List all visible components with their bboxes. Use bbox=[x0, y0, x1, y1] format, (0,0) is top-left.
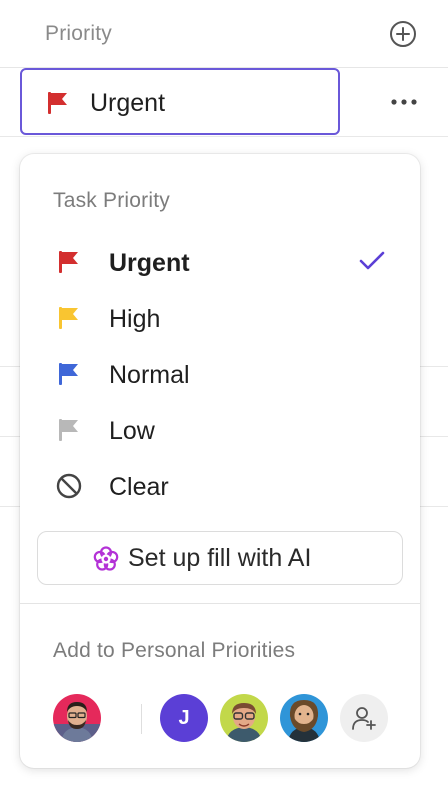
option-label: Urgent bbox=[109, 249, 190, 277]
avatar-user-1[interactable] bbox=[53, 694, 101, 742]
priority-cell[interactable]: Urgent bbox=[20, 68, 340, 135]
user-photo bbox=[53, 694, 101, 742]
column-title: Priority bbox=[45, 22, 112, 45]
row-divider bbox=[0, 136, 448, 137]
avatar-initial: J bbox=[178, 706, 190, 729]
more-options-button[interactable] bbox=[386, 92, 422, 112]
option-label: Normal bbox=[109, 361, 190, 389]
avatar-user-3[interactable] bbox=[220, 694, 268, 742]
checkmark-icon bbox=[358, 250, 386, 277]
priority-cell-value: Urgent bbox=[90, 89, 166, 117]
priority-option-low[interactable]: Low bbox=[36, 404, 404, 456]
task-priority-heading: Task Priority bbox=[53, 189, 170, 212]
ai-button-label: Set up fill with AI bbox=[128, 544, 312, 572]
column-header: Priority bbox=[0, 0, 448, 68]
flag-icon bbox=[56, 305, 82, 331]
avatar-list: J bbox=[53, 694, 393, 744]
user-photo bbox=[280, 694, 328, 742]
add-user-button[interactable] bbox=[340, 694, 388, 742]
plus-circle-icon bbox=[390, 21, 416, 47]
priority-option-urgent[interactable]: Urgent bbox=[36, 236, 404, 288]
option-label: Clear bbox=[109, 473, 169, 501]
priority-option-clear[interactable]: Clear bbox=[36, 460, 404, 512]
option-label: High bbox=[109, 305, 161, 333]
user-photo bbox=[220, 694, 268, 742]
flag-icon bbox=[56, 249, 82, 275]
priority-column-view: Priority Urgent Task Priority Urgent Hig… bbox=[0, 0, 448, 792]
option-label: Low bbox=[109, 417, 155, 445]
flag-icon bbox=[56, 361, 82, 387]
personal-priorities-heading: Add to Personal Priorities bbox=[53, 639, 296, 662]
section-divider bbox=[20, 603, 420, 604]
avatar-separator bbox=[141, 704, 142, 734]
add-user-icon bbox=[352, 707, 376, 730]
priority-option-normal[interactable]: Normal bbox=[36, 348, 404, 400]
priority-option-high[interactable]: High bbox=[36, 292, 404, 344]
ellipsis-icon bbox=[391, 99, 417, 105]
prohibited-icon bbox=[56, 473, 82, 499]
flag-icon bbox=[45, 90, 71, 121]
flag-icon bbox=[56, 417, 82, 443]
setup-ai-fill-button[interactable]: Set up fill with AI bbox=[37, 531, 403, 585]
avatar-user-2[interactable]: J bbox=[160, 694, 208, 742]
priority-dropdown: Task Priority Urgent High Normal Low Cle… bbox=[20, 154, 420, 768]
ai-flower-icon bbox=[92, 545, 120, 578]
add-column-button[interactable] bbox=[389, 20, 417, 48]
avatar-user-4[interactable] bbox=[280, 694, 328, 742]
